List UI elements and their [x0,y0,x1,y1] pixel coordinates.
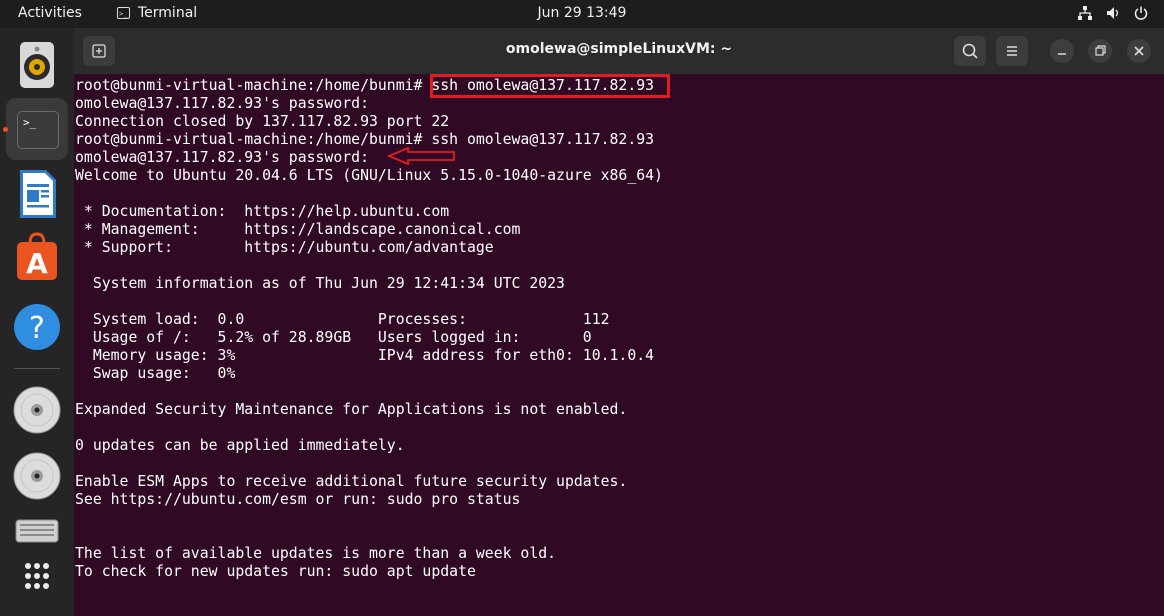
activities-button[interactable]: Activities [18,5,82,21]
terminal-line: See https://ubuntu.com/esm or run: sudo … [75,491,521,508]
disc-icon [13,452,61,500]
help-icon: ? [14,304,60,350]
search-icon [962,43,978,59]
terminal-line: The list of available updates is more th… [75,545,557,562]
terminal-line: To check for new updates run: sudo apt u… [75,563,476,580]
speaker-icon [20,42,54,88]
terminal-line: System load: 0.0 Processes: 112 [75,311,610,328]
minimize-icon [1058,53,1066,55]
top-bar: Activities >_ Terminal Jun 29 13:49 [0,0,1164,28]
app-menu[interactable]: >_ Terminal [117,5,197,21]
dock-separator [14,368,60,369]
document-icon [20,170,56,218]
terminal-output[interactable]: root@bunmi-virtual-machine:/home/bunmi# … [75,74,1163,616]
terminal-line: Swap usage: 0% [75,365,236,382]
dock: >_ A ? [0,28,74,616]
svg-text:?: ? [29,311,45,346]
menu-button[interactable] [996,36,1028,66]
close-icon [1134,46,1144,56]
terminal-line: System information as of Thu Jun 29 12:4… [75,275,565,292]
dock-app-center[interactable]: A [6,226,68,288]
terminal-line: omolewa@137.117.82.93's password: [75,95,369,112]
terminal-icon: >_ [117,7,130,19]
system-tray[interactable] [1078,6,1148,20]
terminal-line: Enable ESM Apps to receive additional fu… [75,473,628,490]
annotation-arrow-icon [386,146,455,166]
terminal-line: Expanded Security Maintenance for Applic… [75,401,628,418]
power-icon[interactable] [1134,6,1148,20]
terminal-line: Welcome to Ubuntu 20.04.6 LTS (GNU/Linux… [75,167,663,184]
window-header: omolewa@simpleLinuxVM: ~ [74,28,1164,74]
clock[interactable]: Jun 29 13:49 [538,5,627,21]
maximize-icon [1095,45,1106,56]
terminal-line: Memory usage: 3% IPv4 address for eth0: … [75,347,655,364]
app-name: Terminal [138,5,198,21]
maximize-button[interactable] [1088,39,1112,63]
terminal-window: omolewa@simpleLinuxVM: ~ root@bunmi-virt… [74,28,1164,616]
terminal-line: * Documentation: https://help.ubuntu.com [75,203,450,220]
search-button[interactable] [954,36,986,66]
close-button[interactable] [1127,39,1151,63]
dock-libreoffice-writer[interactable] [6,162,68,224]
svg-text:A: A [26,247,48,280]
network-icon[interactable] [1078,6,1092,20]
highlight-box [430,74,670,98]
terminal-icon: >_ [17,111,59,149]
minimize-button[interactable] [1050,39,1074,63]
grid-icon [25,563,49,589]
running-indicator [3,127,8,132]
dock-disc-2[interactable] [6,445,68,507]
terminal-line: omolewa@137.117.82.93's password: [75,149,369,166]
terminal-line: Connection closed by 137.117.82.93 port … [75,113,450,130]
dock-help[interactable]: ? [6,296,68,358]
shopping-bag-icon: A [17,232,57,280]
dock-show-apps[interactable] [6,548,68,610]
terminal-line: 0 updates can be applied immediately. [75,437,405,454]
dock-terminal[interactable]: >_ [6,98,68,160]
disc-icon [13,386,61,434]
dock-disc-1[interactable] [6,379,68,441]
menu-icon [1007,46,1017,56]
terminal-line: root@bunmi-virtual-machine:/home/bunmi# … [75,131,655,148]
dock-rhythmbox[interactable] [6,34,68,96]
terminal-line: Usage of /: 5.2% of 28.89GB Users logged… [75,329,592,346]
terminal-line: * Support: https://ubuntu.com/advantage [75,239,494,256]
terminal-line: * Management: https://landscape.canonica… [75,221,521,238]
volume-icon[interactable] [1106,6,1120,20]
